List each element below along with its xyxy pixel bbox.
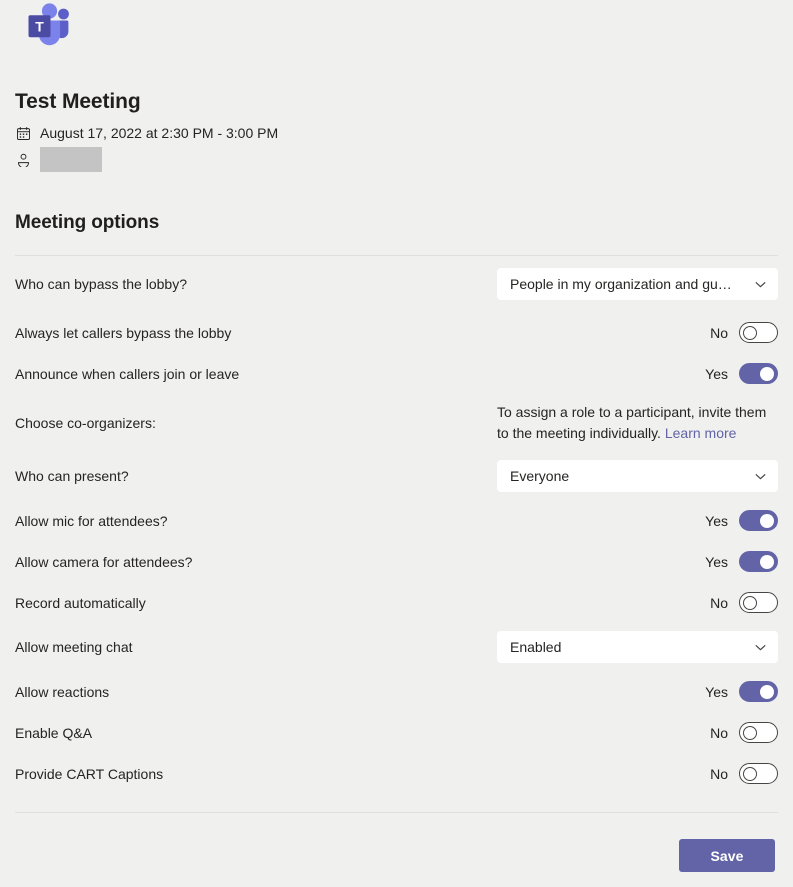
meeting-datetime-row: August 17, 2022 at 2:30 PM - 3:00 PM (15, 122, 615, 144)
meeting-datetime: August 17, 2022 at 2:30 PM - 3:00 PM (40, 125, 279, 141)
option-control: Yes (496, 681, 778, 702)
chevron-down-icon (754, 641, 767, 654)
option-row-announce-callers-join-leave: Announce when callers join or leave Yes (0, 353, 793, 394)
toggle-knob (743, 766, 757, 781)
option-row-always-let-callers-bypass-lobby: Always let callers bypass the lobby No (0, 312, 793, 353)
chevron-down-icon (754, 278, 767, 291)
option-label: Choose co-organizers: (15, 415, 156, 431)
option-row-enable-qna: Enable Q&A No (0, 712, 793, 753)
option-row-provide-cart-captions: Provide CART Captions No (0, 753, 793, 794)
option-label: Who can present? (15, 468, 129, 484)
dropdown-value: Enabled (510, 639, 562, 655)
teams-logo-icon: T (28, 3, 69, 46)
option-label: Announce when callers join or leave (15, 365, 240, 382)
toggle-knob (743, 595, 757, 610)
option-row-who-can-present: Who can present? Everyone (0, 452, 793, 500)
option-row-record-automatically: Record automatically No (0, 582, 793, 623)
always-let-callers-bypass-lobby-toggle[interactable]: No (710, 322, 778, 343)
dropdown-value: People in my organization and gu… (510, 276, 732, 292)
option-control: To assign a role to a participant, invit… (496, 402, 778, 444)
toggle-knob (743, 325, 757, 340)
footer: Save (0, 812, 793, 872)
option-label: Allow reactions (15, 683, 110, 700)
provide-cart-captions-toggle[interactable]: No (710, 763, 778, 784)
toggle-switch[interactable] (739, 681, 778, 702)
allow-camera-for-attendees-toggle[interactable]: Yes (705, 551, 778, 572)
person-icon (15, 151, 31, 167)
option-control: No (496, 722, 778, 743)
meeting-options-page: T Test Meeting August 17, 2022 at 2:30 P… (0, 0, 793, 887)
option-control: Yes (496, 363, 778, 384)
save-area: Save (0, 813, 793, 872)
teams-logo-letter: T (35, 18, 44, 34)
toggle-knob (760, 513, 774, 528)
option-row-allow-mic-for-attendees: Allow mic for attendees? Yes (0, 500, 793, 541)
option-control: Enabled (496, 631, 778, 663)
toggle-state-label: Yes (705, 553, 728, 570)
who-can-bypass-lobby-dropdown[interactable]: People in my organization and gu… (497, 268, 778, 300)
option-row-who-can-bypass-lobby: Who can bypass the lobby? People in my o… (0, 256, 793, 312)
toggle-state-label: Yes (705, 683, 728, 700)
option-label: Provide CART Captions (15, 765, 164, 782)
organizer-name-redacted (40, 146, 102, 172)
toggle-state-label: No (710, 724, 728, 741)
learn-more-link[interactable]: Learn more (665, 425, 737, 441)
chevron-down-icon (754, 470, 767, 483)
page-title: Test Meeting (15, 90, 141, 113)
allow-meeting-chat-dropdown[interactable]: Enabled (497, 631, 778, 663)
toggle-switch[interactable] (739, 510, 778, 531)
option-label: Who can bypass the lobby? (15, 276, 187, 292)
option-label: Record automatically (15, 594, 146, 611)
option-control: Yes (496, 551, 778, 572)
toggle-state-label: No (710, 765, 728, 782)
co-organizers-note: To assign a role to a participant, invit… (497, 402, 778, 444)
enable-qna-toggle[interactable]: No (710, 722, 778, 743)
microsoft-teams-logo: T (22, 3, 74, 49)
toggle-switch[interactable] (739, 551, 778, 572)
option-label: Allow camera for attendees? (15, 553, 193, 570)
allow-mic-for-attendees-toggle[interactable]: Yes (705, 510, 778, 531)
calendar-icon (15, 125, 31, 141)
toggle-state-label: No (710, 594, 728, 611)
toggle-state-label: Yes (705, 512, 728, 529)
option-row-allow-reactions: Allow reactions Yes (0, 671, 793, 712)
toggle-knob (760, 366, 774, 381)
option-label: Allow mic for attendees? (15, 512, 168, 529)
record-automatically-toggle[interactable]: No (710, 592, 778, 613)
toggle-switch[interactable] (739, 763, 778, 784)
option-label: Enable Q&A (15, 724, 93, 741)
option-row-choose-co-organizers: Choose co-organizers: To assign a role t… (0, 394, 793, 452)
allow-reactions-toggle[interactable]: Yes (705, 681, 778, 702)
option-control: No (496, 763, 778, 784)
option-control: No (496, 592, 778, 613)
toggle-knob (760, 554, 774, 569)
option-row-allow-meeting-chat: Allow meeting chat Enabled (0, 623, 793, 671)
announce-callers-join-leave-toggle[interactable]: Yes (705, 363, 778, 384)
option-control: Yes (496, 510, 778, 531)
option-control: Everyone (496, 460, 778, 492)
toggle-switch[interactable] (739, 322, 778, 343)
toggle-switch[interactable] (739, 722, 778, 743)
toggle-knob (743, 725, 757, 740)
dropdown-value: Everyone (510, 468, 570, 484)
who-can-present-dropdown[interactable]: Everyone (497, 460, 778, 492)
toggle-state-label: No (710, 324, 728, 341)
option-row-allow-camera-for-attendees: Allow camera for attendees? Yes (0, 541, 793, 582)
option-control: People in my organization and gu… (496, 268, 778, 300)
save-button[interactable]: Save (679, 839, 775, 872)
toggle-state-label: Yes (705, 365, 728, 382)
meeting-header: Test Meeting August 17, 2022 at 2:30 PM … (15, 88, 615, 174)
toggle-knob (760, 684, 774, 699)
option-label: Always let callers bypass the lobby (15, 324, 232, 341)
toggle-switch[interactable] (739, 363, 778, 384)
meeting-organizer-row (15, 146, 615, 172)
option-label: Allow meeting chat (15, 639, 133, 655)
toggle-switch[interactable] (739, 592, 778, 613)
section-title: Meeting options (15, 212, 160, 233)
meeting-options-list: Who can bypass the lobby? People in my o… (0, 255, 793, 794)
option-control: No (496, 322, 778, 343)
